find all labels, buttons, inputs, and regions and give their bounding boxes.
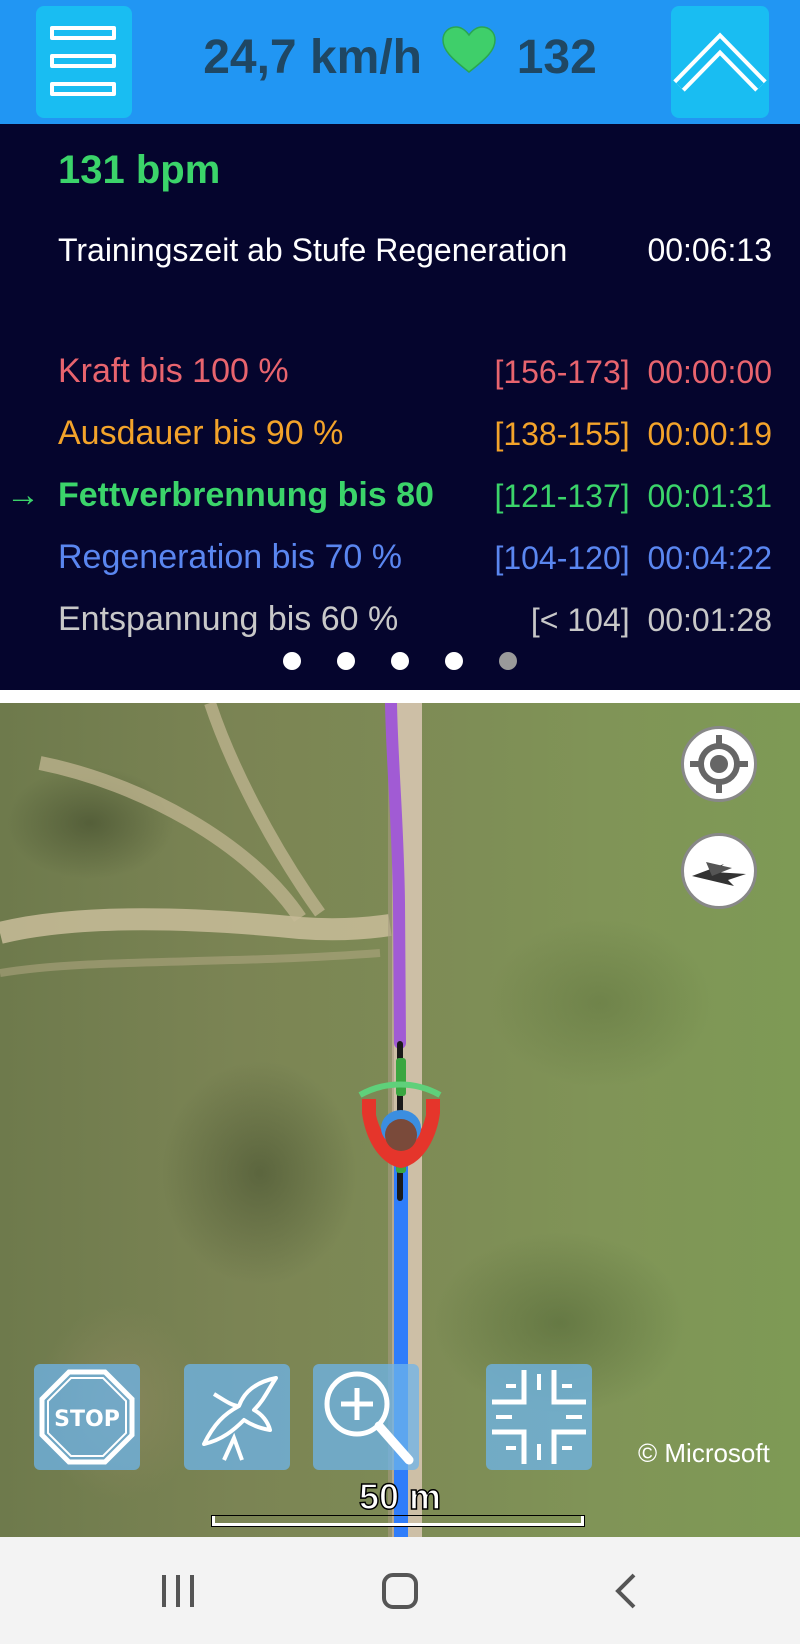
locate-me-button[interactable] [681,726,757,802]
zone-regeneration-values: [104-120] 00:04:22 [494,540,772,576]
zone-entspannung-values: [< 104] 00:01:28 [530,602,772,638]
page-dot[interactable] [283,652,301,670]
chevron-up-icon [673,32,767,92]
page-dot-active[interactable] [499,652,517,670]
page-dot[interactable] [445,652,463,670]
system-navigation-bar [0,1537,800,1644]
intersection-view-button[interactable] [486,1364,592,1470]
zone-kraft-label: Kraft bis 100 % [58,352,289,390]
active-zone-arrow: → [6,476,40,514]
current-bpm: 131 bpm [58,148,221,192]
speed-heart-rate-display: 24,7 km/h 132 [150,26,650,90]
intersection-icon [492,1370,586,1464]
top-bar: 24,7 km/h 132 [0,0,800,124]
green-heart-icon [441,26,497,86]
magnifier-plus-icon [324,1371,414,1465]
page-dot[interactable] [337,652,355,670]
divider [0,690,800,703]
zone-ausdauer-label: Ausdauer bis 90 % [58,414,344,452]
page-indicator[interactable] [0,652,800,675]
zone-kraft-values: [156-173] 00:00:00 [494,354,772,390]
collapse-up-button[interactable] [671,6,769,118]
svg-text:STOP: STOP [54,1407,120,1432]
bird-icon [202,1376,278,1461]
back-icon[interactable] [606,1571,646,1611]
zone-fettverbrennung-label: Fettverbrennung bis 80 [58,476,434,514]
training-time-value: 00:06:13 [647,232,772,268]
speed-value: 24,7 km/h [203,31,422,84]
compass-button[interactable] [681,833,757,909]
map-copyright: © Microsoft [638,1438,770,1468]
home-icon[interactable] [380,1571,420,1611]
crosshair-icon [690,735,748,793]
zone-ausdauer-values: [138-155] 00:00:19 [494,416,772,452]
zoom-in-button[interactable] [313,1364,419,1470]
cyclist-position-icon [358,1041,442,1201]
recent-apps-icon[interactable] [158,1571,198,1611]
menu-button[interactable] [36,6,132,118]
heart-rate-zones-panel[interactable]: 131 bpm Trainingszeit ab Stufe Regenerat… [0,124,800,690]
map-scale-label: 50 m [358,1475,442,1518]
stop-button[interactable]: STOP [34,1364,140,1470]
map-scale-bar [212,1516,584,1526]
page-dot[interactable] [391,652,409,670]
compass-icon [692,862,746,886]
zone-regeneration-label: Regeneration bis 70 % [58,538,403,576]
satellite-map[interactable]: STOP © Microsoft 50 m [0,703,800,1537]
free-roam-button[interactable] [184,1364,290,1470]
heart-rate-value: 132 [516,31,597,84]
zone-fettverbrennung-values: [121-137] 00:01:31 [494,478,772,514]
stop-sign-icon: STOP [39,1369,135,1465]
training-time-label: Trainingszeit ab Stufe Regeneration [58,232,568,268]
zone-entspannung-label: Entspannung bis 60 % [58,600,399,638]
